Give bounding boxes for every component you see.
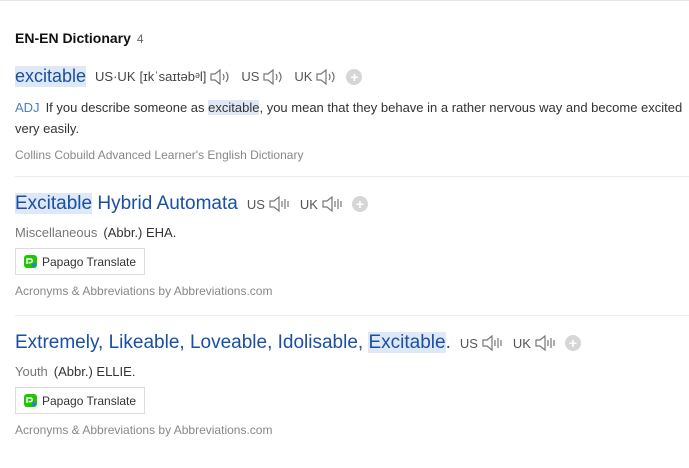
audio-uk-label: UK xyxy=(299,196,318,212)
speaker-icon[interactable] xyxy=(209,68,231,86)
entry-meaning: (Abbr.) EHA. xyxy=(103,225,177,240)
entry-meaning: (Abbr.) ELLIE. xyxy=(53,364,136,379)
papago-translate-button[interactable]: Papago Translate xyxy=(15,248,145,275)
section-title: EN-EN Dictionary xyxy=(15,30,131,46)
pronunciation-text: [ɪkˈsaɪtəbᵊl] xyxy=(139,69,207,84)
speaker-uk-icon[interactable] xyxy=(315,68,337,86)
entry-meta: Miscellaneous (Abbr.) EHA. xyxy=(15,225,689,240)
entry-category: Youth xyxy=(15,364,48,379)
top-border xyxy=(0,0,689,1)
entry-category: Miscellaneous xyxy=(15,225,98,240)
entry-word-link[interactable]: Excitable Hybrid Automata xyxy=(15,193,238,215)
papago-icon xyxy=(24,255,37,268)
entry-word-link[interactable]: excitable xyxy=(15,66,87,87)
speaker-uk-icon[interactable] xyxy=(321,195,343,213)
add-to-wordbook-plus-icon[interactable]: + xyxy=(564,335,581,351)
entry-meta: Youth (Abbr.) ELLIE. xyxy=(15,364,689,379)
add-to-wordbook-plus-icon[interactable]: + xyxy=(351,196,368,212)
papago-icon xyxy=(24,394,37,407)
dictionary-entry: Excitable Hybrid Automata US UK + Miscel… xyxy=(15,193,689,298)
definition: ADJ If you describe someone as excitable,… xyxy=(15,97,689,139)
section-header: EN-EN Dictionary 4 xyxy=(15,30,144,46)
definition-text-pre: If you describe someone as xyxy=(45,100,209,115)
entry-word-pre: Extremely, Likeable, Loveable, Idolisabl… xyxy=(15,332,369,353)
divider xyxy=(15,176,689,177)
section-count: 4 xyxy=(136,32,144,46)
entry-word-rest: Hybrid Automata xyxy=(92,193,238,214)
entry-word-highlight: Excitable xyxy=(15,193,93,214)
audio-us-label: US xyxy=(459,335,478,351)
audio-us-label: US xyxy=(246,196,265,212)
entry-word-highlight: Excitable xyxy=(368,332,446,353)
speaker-uk-icon[interactable] xyxy=(534,334,556,352)
speaker-us-icon[interactable] xyxy=(262,68,284,86)
part-of-speech: ADJ xyxy=(15,100,40,115)
dictionary-entry: Extremely, Likeable, Loveable, Idolisabl… xyxy=(15,332,689,437)
entry-head: excitable US·UK [ɪkˈsaɪtəbᵊl] US UK + xyxy=(15,66,689,87)
pronunciation-label: US·UK xyxy=(95,69,136,84)
definition-highlight: excitable xyxy=(208,100,260,115)
entry-head: Extremely, Likeable, Loveable, Idolisabl… xyxy=(15,332,689,354)
dictionary-source: Collins Cobuild Advanced Learner's Engli… xyxy=(15,148,304,162)
audio-us-label: US xyxy=(241,69,260,84)
speaker-us-icon[interactable] xyxy=(481,334,503,352)
divider xyxy=(15,315,689,316)
dictionary-entry: excitable US·UK [ɪkˈsaɪtəbᵊl] US UK + AD… xyxy=(15,66,689,162)
dictionary-source: Acronyms & Abbreviations by Abbreviation… xyxy=(15,284,273,298)
add-to-wordbook-plus-icon[interactable]: + xyxy=(346,68,363,85)
papago-translate-label: Papago Translate xyxy=(42,393,137,408)
dictionary-source: Acronyms & Abbreviations by Abbreviation… xyxy=(15,423,273,437)
speaker-us-icon[interactable] xyxy=(268,195,290,213)
entry-word-link[interactable]: Extremely, Likeable, Loveable, Idolisabl… xyxy=(15,332,451,354)
entry-head: Excitable Hybrid Automata US UK + xyxy=(15,193,689,215)
papago-translate-label: Papago Translate xyxy=(42,254,137,269)
entry-word-post: . xyxy=(445,332,451,353)
papago-translate-button[interactable]: Papago Translate xyxy=(15,387,145,414)
audio-uk-label: UK xyxy=(294,69,313,84)
audio-uk-label: UK xyxy=(512,335,531,351)
